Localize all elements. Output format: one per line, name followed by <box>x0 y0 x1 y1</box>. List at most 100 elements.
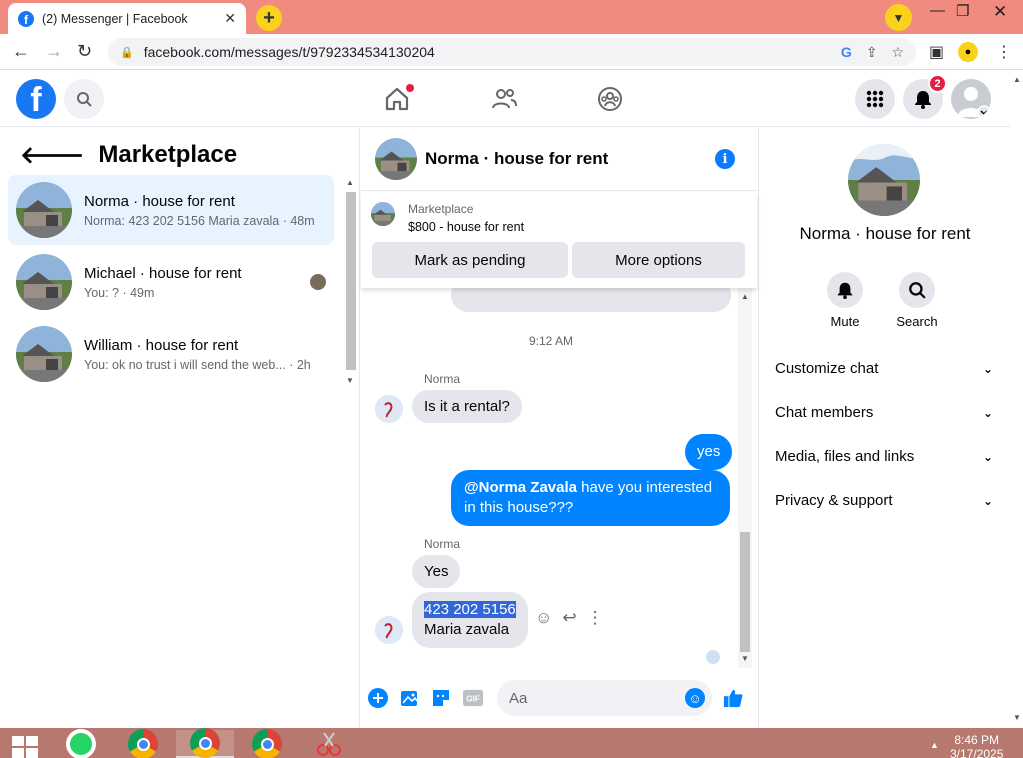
bell-icon <box>827 272 863 308</box>
conversation-name: Michael · house for rent <box>84 264 242 282</box>
mute-button[interactable]: Mute <box>815 272 875 329</box>
search-icon <box>899 272 935 308</box>
conversation-item-william[interactable]: William · house for rent You: ok no trus… <box>8 319 334 389</box>
system-clock[interactable]: 8:46 PM 3/17/2025 <box>950 733 1003 758</box>
message-composer: GIF Aa ☺ <box>361 676 757 720</box>
incoming-message[interactable]: Yes <box>412 555 461 588</box>
friends-icon[interactable] <box>490 85 518 113</box>
sticker-icon[interactable] <box>431 688 451 708</box>
scrollbar-thumb[interactable] <box>346 192 356 370</box>
browser-tab-bar: f (2) Messenger | Facebook ✕ + ▼ — ❐ ✕ <box>0 0 1023 34</box>
listing-card: Marketplace $800 - house for rent Mark a… <box>361 192 757 288</box>
section-label: Media, files and links <box>775 448 915 465</box>
forward-icon[interactable]: → <box>45 41 63 62</box>
add-plus-icon[interactable] <box>368 688 388 708</box>
share-icon[interactable]: ⇪ <box>866 44 878 61</box>
conversation-name: Norma · house for rent <box>84 192 235 210</box>
listing-price-title[interactable]: $800 - house for rent <box>408 220 524 234</box>
photo-icon[interactable] <box>400 688 420 708</box>
scroll-down-icon[interactable]: ▼ <box>741 654 749 663</box>
incoming-message[interactable]: Is it a rental? <box>412 390 522 423</box>
scroll-down-icon[interactable]: ▼ <box>346 376 354 385</box>
sender-name: Norma <box>424 537 461 551</box>
conversation-preview: Norma: 423 202 5156 Maria zavala · 48m <box>84 213 315 228</box>
new-tab-icon[interactable]: + <box>256 5 282 31</box>
scroll-up-icon[interactable]: ▲ <box>1013 75 1021 84</box>
show-hidden-icons-icon[interactable]: ▲ <box>930 740 939 750</box>
menu-kebab-icon[interactable]: ⋮ <box>996 42 1012 62</box>
previous-message-bubble <box>451 288 731 312</box>
reload-icon[interactable]: ↻ <box>77 41 92 62</box>
chat-members-section[interactable]: Chat members ⌄ <box>775 404 993 421</box>
scroll-up-icon[interactable]: ▲ <box>346 178 354 187</box>
conversation-item-michael[interactable]: Michael · house for rent You: ? · 49m <box>8 247 334 317</box>
url-input[interactable]: 🔒 facebook.com/messages/t/97923345341302… <box>108 38 916 66</box>
menu-grid-icon[interactable] <box>855 79 895 119</box>
react-emoji-icon[interactable]: ☺ <box>535 608 552 628</box>
scroll-up-icon[interactable]: ▲ <box>741 292 749 301</box>
mark-as-pending-button[interactable]: Mark as pending <box>372 242 568 278</box>
close-window-icon[interactable]: ✕ <box>993 2 1007 22</box>
snipping-tool-taskbar-icon[interactable] <box>300 730 358 758</box>
chrome-taskbar-icon-active[interactable] <box>176 728 234 758</box>
browser-tab[interactable]: f (2) Messenger | Facebook ✕ <box>8 3 246 34</box>
chat-info-panel: Norma · house for rent Mute Search Custo… <box>758 128 1010 728</box>
google-translate-icon[interactable]: G <box>841 44 852 60</box>
chat-house-avatar[interactable] <box>375 138 417 180</box>
notification-count-badge: 2 <box>928 74 947 93</box>
message-input[interactable]: Aa <box>497 680 712 716</box>
tab-title: (2) Messenger | Facebook <box>42 11 188 26</box>
profile-icon[interactable]: ● <box>958 42 978 62</box>
conversation-item-norma[interactable]: Norma · house for rent Norma: 423 202 51… <box>8 175 334 245</box>
privacy-support-section[interactable]: Privacy & support ⌄ <box>775 492 993 509</box>
more-kebab-icon[interactable]: ⋮ <box>587 608 604 628</box>
media-files-links-section[interactable]: Media, files and links ⌄ <box>775 448 993 465</box>
norma-avatar[interactable] <box>375 616 403 644</box>
listing-thumbnail[interactable] <box>371 202 395 226</box>
search-in-chat-button[interactable]: Search <box>887 272 947 329</box>
norma-avatar[interactable] <box>375 395 403 423</box>
facebook-logo-icon[interactable]: f <box>16 79 56 119</box>
emoji-icon[interactable]: ☺ <box>685 688 705 708</box>
info-icon[interactable]: i <box>715 149 735 169</box>
back-icon[interactable]: ← <box>12 41 30 62</box>
chevron-down-icon: ⌄ <box>982 449 993 464</box>
profile-house-image[interactable] <box>848 144 920 216</box>
gif-icon[interactable]: GIF <box>463 688 483 708</box>
chrome-taskbar-icon[interactable] <box>238 729 296 758</box>
chevron-down-icon: ⌄ <box>982 493 993 508</box>
bookmark-star-icon[interactable]: ☆ <box>891 44 904 61</box>
mention[interactable]: @Norma Zavala <box>464 479 577 496</box>
groups-icon[interactable] <box>596 85 624 113</box>
back-arrow-icon[interactable]: 🡐 <box>20 140 84 170</box>
search-icon[interactable] <box>64 79 104 119</box>
section-label: Privacy & support <box>775 492 893 509</box>
more-options-button[interactable]: More options <box>572 242 745 278</box>
customize-chat-section[interactable]: Customize chat ⌄ <box>775 360 993 377</box>
page-scrollbar[interactable]: ▲ ▼ <box>1010 71 1023 728</box>
selected-phone-number[interactable]: 423 202 5156 <box>424 601 516 618</box>
conversation-list-scrollbar[interactable]: ▲ ▼ <box>343 178 357 388</box>
like-thumb-icon[interactable] <box>723 688 743 708</box>
facebook-header: f 2 <box>0 71 1010 127</box>
whatsapp-taskbar-icon[interactable] <box>52 729 110 758</box>
reply-icon[interactable]: ↩ <box>562 608 576 628</box>
incoming-message-phone[interactable]: 423 202 5156 Maria zavala <box>412 592 528 648</box>
chat-title[interactable]: Norma · house for rent <box>425 149 608 169</box>
scroll-down-icon[interactable]: ▼ <box>1013 713 1021 722</box>
minimize-icon[interactable]: — <box>930 2 945 19</box>
outgoing-message[interactable]: yes <box>685 434 733 470</box>
tab-search-icon[interactable]: ▼ <box>885 4 912 31</box>
outgoing-message-mention[interactable]: @Norma Zavala have you interested in thi… <box>451 470 730 526</box>
sidebar-icon[interactable]: ▣ <box>929 42 944 62</box>
account-avatar[interactable] <box>951 79 991 119</box>
restore-icon[interactable]: ❐ <box>956 2 969 20</box>
url-text: facebook.com/messages/t/9792334534130204 <box>143 44 435 60</box>
chrome-taskbar-icon[interactable] <box>114 729 172 758</box>
scrollbar-thumb[interactable] <box>740 532 750 652</box>
message-text: Maria zavala <box>424 621 510 638</box>
close-tab-icon[interactable]: ✕ <box>224 10 236 27</box>
chat-scrollbar[interactable]: ▲ ▼ <box>738 288 752 668</box>
chat-panel: Norma · house for rent i Marketplace $80… <box>361 128 757 728</box>
windows-start-icon[interactable] <box>12 736 38 758</box>
